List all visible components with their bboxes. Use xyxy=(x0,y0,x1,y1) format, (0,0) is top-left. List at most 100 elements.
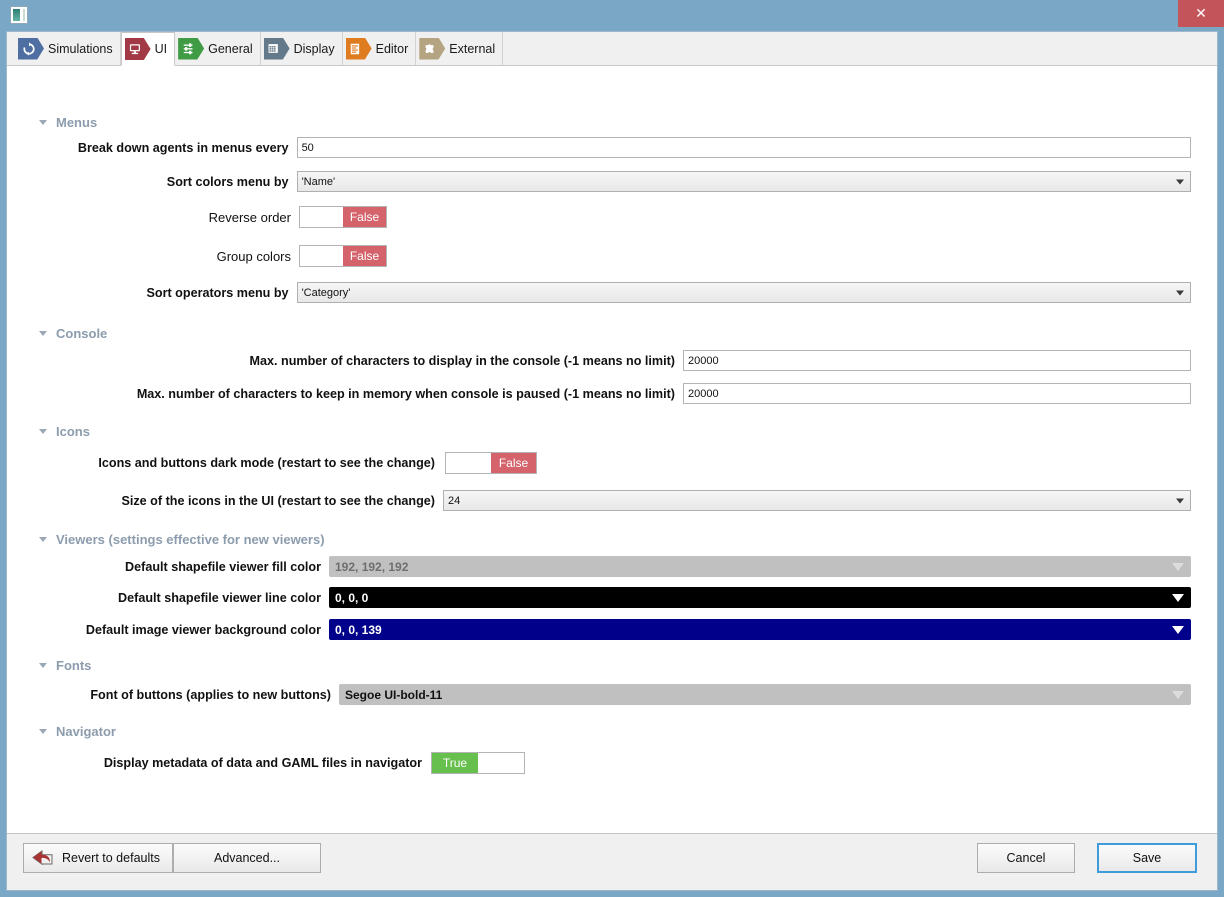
refresh-icon xyxy=(18,37,44,60)
row-icon-size: Size of the icons in the UI (restart to … xyxy=(41,490,1191,511)
chevron-down-icon xyxy=(39,663,47,668)
row-display-metadata: Display metadata of data and GAML files … xyxy=(41,752,741,774)
advanced-button[interactable]: Advanced... xyxy=(173,843,321,873)
row-dark-mode: Icons and buttons dark mode (restart to … xyxy=(41,452,741,474)
chevron-down-icon xyxy=(39,537,47,542)
section-title: Console xyxy=(56,326,108,341)
section-fonts[interactable]: Fonts xyxy=(39,658,91,673)
max-chars-display-input[interactable] xyxy=(683,350,1191,371)
sort-operators-menu-value: 'Category' xyxy=(301,286,351,299)
save-button[interactable]: Save xyxy=(1097,843,1197,873)
section-menus[interactable]: Menus xyxy=(39,115,97,130)
section-viewers[interactable]: Viewers (settings effective for new view… xyxy=(39,532,325,547)
preferences-tab-bar: Simulations UI General Display Editor Ex… xyxy=(7,32,1217,66)
tab-label: UI xyxy=(154,42,168,56)
reverse-order-label: Reverse order xyxy=(208,209,291,225)
row-button-font: Font of buttons (applies to new buttons)… xyxy=(41,684,1191,705)
toggle-right[interactable]: False xyxy=(343,207,386,227)
icon-size-select[interactable]: 24 xyxy=(443,490,1191,511)
toggle-right[interactable]: False xyxy=(491,453,536,473)
row-sort-colors-menu: Sort colors menu by 'Name' xyxy=(41,171,1191,192)
break-down-agents-label: Break down agents in menus every xyxy=(77,140,289,155)
shapefile-line-color-picker[interactable]: 0, 0, 0 xyxy=(329,587,1191,608)
row-shapefile-fill-color: Default shapefile viewer fill color 192,… xyxy=(41,556,1191,577)
grid-icon xyxy=(263,37,290,60)
button-font-picker[interactable]: Segoe UI-bold-11 xyxy=(339,684,1191,705)
shapefile-line-color-label: Default shapefile viewer line color xyxy=(118,590,321,605)
sort-colors-menu-value: 'Name' xyxy=(301,175,336,188)
revert-to-defaults-button[interactable]: Revert to defaults xyxy=(23,843,173,873)
toggle-right[interactable] xyxy=(478,753,524,773)
sort-colors-menu-select[interactable]: 'Name' xyxy=(296,171,1191,192)
section-title: Navigator xyxy=(56,724,116,739)
sort-operators-menu-label: Sort operators menu by xyxy=(146,285,289,300)
row-max-chars-display: Max. number of characters to display in … xyxy=(41,350,1191,371)
chevron-down-icon xyxy=(39,331,47,336)
dialog-button-bar: Revert to defaults Advanced... Cancel Sa… xyxy=(7,833,1217,890)
tab-simulations[interactable]: Simulations xyxy=(15,32,121,65)
image-bg-color-picker[interactable]: 0, 0, 139 xyxy=(329,619,1191,640)
dark-mode-toggle[interactable]: False xyxy=(445,452,537,474)
cancel-button[interactable]: Cancel xyxy=(977,843,1075,873)
monitor-icon xyxy=(124,38,151,60)
max-chars-memory-label: Max. number of characters to keep in mem… xyxy=(136,386,675,401)
row-max-chars-memory: Max. number of characters to keep in mem… xyxy=(41,383,1191,404)
tab-label: Editor xyxy=(375,41,409,56)
tab-external[interactable]: External xyxy=(416,32,504,65)
section-title: Viewers (settings effective for new view… xyxy=(56,532,325,547)
shapefile-fill-color-label: Default shapefile viewer fill color xyxy=(125,559,321,574)
revert-to-defaults-label: Revert to defaults xyxy=(62,851,160,865)
shapefile-line-color-value: 0, 0, 0 xyxy=(335,590,369,605)
sort-colors-menu-label: Sort colors menu by xyxy=(166,174,289,189)
tab-general[interactable]: General xyxy=(175,32,261,65)
preferences-window: ✕ Simulations UI General Display Editor … xyxy=(0,0,1224,897)
chevron-down-icon xyxy=(39,429,47,434)
group-colors-toggle[interactable]: False xyxy=(299,245,387,267)
row-group-colors: Group colors False xyxy=(41,245,491,267)
caret-down-icon xyxy=(1172,625,1184,634)
button-font-label: Font of buttons (applies to new buttons) xyxy=(90,687,331,702)
tab-display[interactable]: Display xyxy=(261,32,343,65)
tab-label: Simulations xyxy=(48,41,113,56)
section-title: Fonts xyxy=(56,658,92,673)
tab-editor[interactable]: Editor xyxy=(343,32,417,65)
document-lines-icon xyxy=(345,37,372,60)
max-chars-memory-input[interactable] xyxy=(683,383,1191,404)
row-break-down-agents: Break down agents in menus every xyxy=(41,137,1191,158)
toggle-left[interactable] xyxy=(300,246,343,266)
section-console[interactable]: Console xyxy=(39,326,107,341)
toggle-right[interactable]: False xyxy=(343,246,386,266)
dark-mode-label: Icons and buttons dark mode (restart to … xyxy=(98,456,435,470)
puzzle-icon xyxy=(419,37,446,60)
sliders-icon xyxy=(178,37,205,60)
display-metadata-toggle[interactable]: True xyxy=(431,752,525,774)
toggle-left[interactable] xyxy=(300,207,343,227)
close-button[interactable]: ✕ xyxy=(1178,0,1224,27)
section-icons[interactable]: Icons xyxy=(39,424,90,439)
tab-label: Display xyxy=(293,41,335,56)
sort-operators-menu-select[interactable]: 'Category' xyxy=(296,282,1191,303)
tab-ui[interactable]: UI xyxy=(120,32,176,66)
image-bg-color-label: Default image viewer background color xyxy=(85,622,321,637)
max-chars-display-label: Max. number of characters to display in … xyxy=(249,353,675,368)
shapefile-fill-color-picker[interactable]: 192, 192, 192 xyxy=(329,556,1191,577)
preferences-form: Menus Break down agents in menus every S… xyxy=(7,66,1217,834)
chevron-down-icon xyxy=(39,120,47,125)
chevron-down-icon xyxy=(1176,290,1184,295)
section-title: Icons xyxy=(56,424,90,439)
group-colors-label: Group colors xyxy=(216,248,291,264)
break-down-agents-input[interactable] xyxy=(296,137,1191,158)
display-metadata-label: Display metadata of data and GAML files … xyxy=(103,756,422,770)
toggle-left[interactable] xyxy=(446,453,491,473)
row-reverse-order: Reverse order False xyxy=(41,206,491,228)
reverse-order-toggle[interactable]: False xyxy=(299,206,387,228)
toggle-left[interactable]: True xyxy=(432,753,478,773)
icon-size-value: 24 xyxy=(448,494,461,507)
image-bg-color-value: 0, 0, 139 xyxy=(335,622,382,637)
section-navigator[interactable]: Navigator xyxy=(39,724,116,739)
window-icon xyxy=(10,6,28,24)
tab-label: General xyxy=(208,41,253,56)
section-title: Menus xyxy=(56,115,98,130)
undo-arrow-icon xyxy=(30,848,56,868)
title-bar: ✕ xyxy=(0,0,1224,31)
